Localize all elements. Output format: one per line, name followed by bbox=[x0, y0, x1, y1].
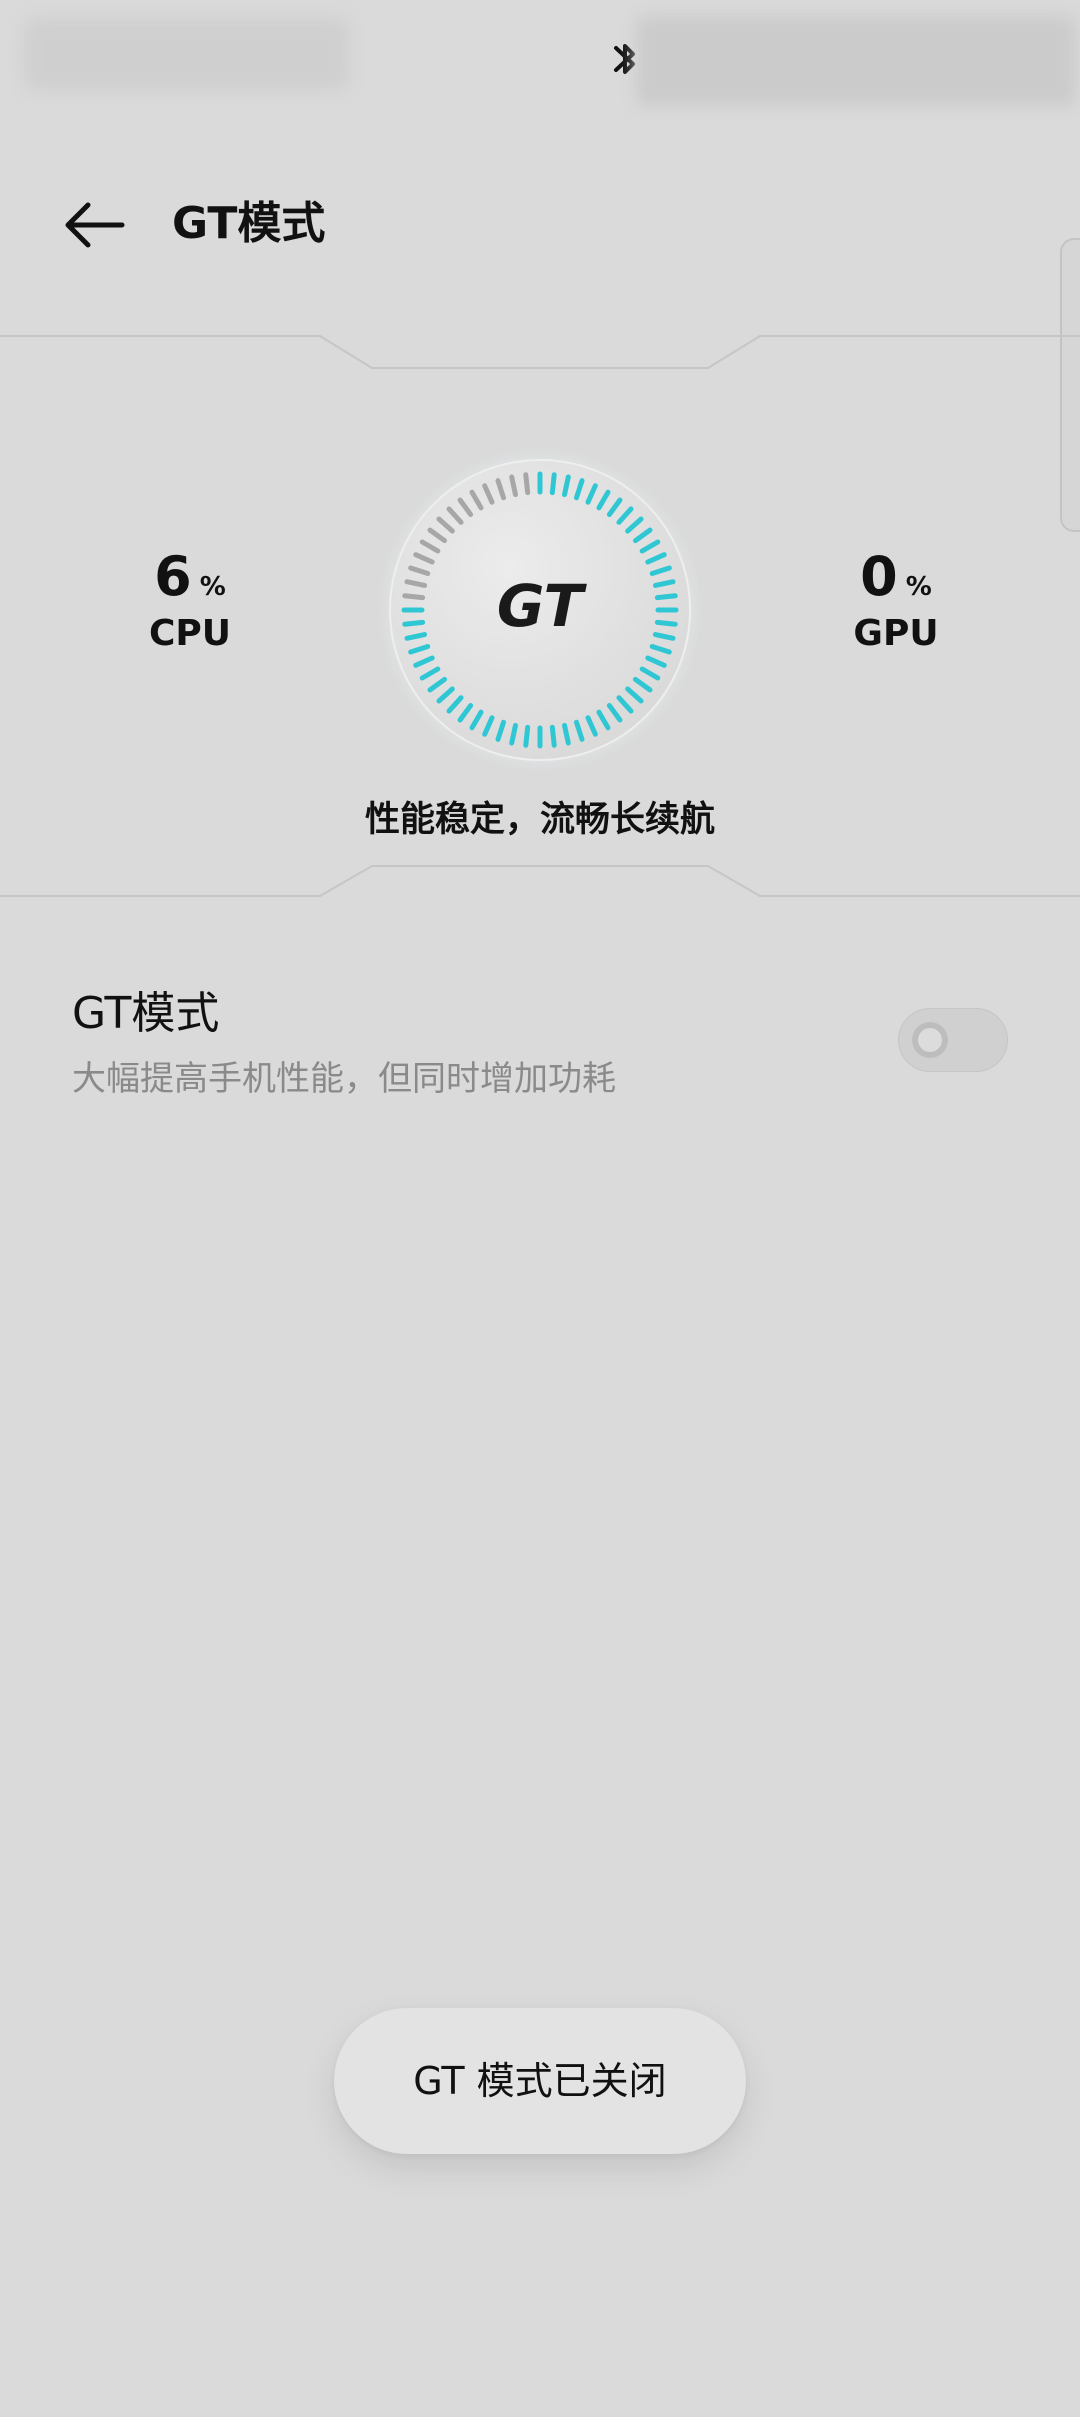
gpu-unit: % bbox=[905, 572, 932, 602]
gauge-tick bbox=[523, 724, 531, 748]
cpu-value: 6 bbox=[154, 545, 192, 608]
cpu-label: CPU bbox=[148, 613, 232, 654]
status-bar bbox=[0, 0, 1080, 110]
gt-mode-toggle[interactable] bbox=[898, 1008, 1008, 1072]
gt-logo: GT bbox=[497, 572, 588, 640]
setting-title: GT模式 bbox=[72, 988, 220, 1039]
gauge-tick bbox=[654, 593, 678, 601]
back-button[interactable] bbox=[62, 198, 128, 252]
status-bar-left-blurred bbox=[24, 18, 349, 90]
toggle-knob bbox=[912, 1022, 948, 1058]
cpu-unit: % bbox=[199, 572, 226, 602]
gauge-tick bbox=[549, 724, 557, 748]
status-tagline: 性能稳定，流畅长续航 bbox=[364, 800, 715, 840]
status-bar-right-blurred bbox=[636, 16, 1076, 106]
cpu-stat: 6% CPU bbox=[80, 542, 300, 656]
gauge-tick bbox=[654, 619, 678, 627]
gauge-tick bbox=[402, 593, 426, 601]
gpu-label: GPU bbox=[853, 613, 939, 654]
app-header: GT模式 bbox=[0, 178, 1080, 278]
bluetooth-icon bbox=[614, 44, 635, 74]
gauge-tick bbox=[402, 619, 426, 627]
gauge-tick bbox=[523, 472, 531, 496]
setting-description: 大幅提高手机性能，但同时增加功耗 bbox=[72, 1059, 616, 1099]
arrow-left-icon bbox=[65, 202, 125, 248]
toast-message: GT 模式已关闭 bbox=[334, 2008, 746, 2154]
gpu-value: 0 bbox=[860, 545, 898, 608]
page-title: GT模式 bbox=[172, 198, 326, 249]
gpu-stat: 0% GPU bbox=[786, 542, 1006, 656]
gauge-tick bbox=[549, 472, 557, 496]
gt-gauge: GT bbox=[378, 448, 702, 772]
gt-mode-setting-row[interactable]: GT模式 大幅提高手机性能，但同时增加功耗 bbox=[0, 968, 1080, 1118]
